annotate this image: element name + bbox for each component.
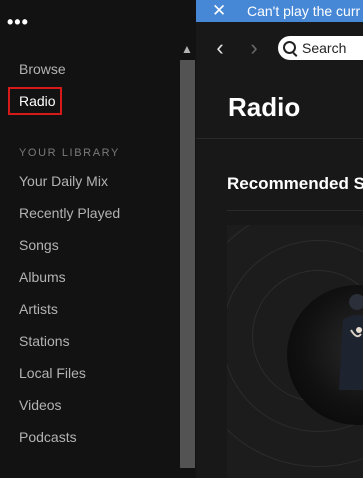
sidebar-item-videos[interactable]: Videos <box>19 395 62 415</box>
banner-message: Can't play the curr <box>247 3 361 19</box>
scrollbar-thumb[interactable] <box>180 60 195 468</box>
sidebar-item-stations[interactable]: Stations <box>19 331 70 351</box>
sidebar-item-local-files[interactable]: Local Files <box>19 363 86 383</box>
artist-silhouette <box>339 294 363 390</box>
sidebar-item-recently-played[interactable]: Recently Played <box>19 203 120 223</box>
forward-arrow-icon[interactable]: › <box>244 36 264 60</box>
sidebar-item-albums[interactable]: Albums <box>19 267 66 287</box>
page-title: Radio <box>228 92 301 122</box>
scroll-up-icon[interactable]: ▲ <box>178 40 196 58</box>
section-title: Recommended S <box>227 174 363 193</box>
sidebar-item-browse[interactable]: Browse <box>19 59 66 79</box>
search-icon <box>283 41 296 54</box>
more-options-icon[interactable]: ••• <box>7 12 35 32</box>
library-header: YOUR LIBRARY <box>19 147 120 159</box>
error-banner: ✕ Can't play the curr <box>196 0 363 22</box>
back-arrow-icon[interactable]: ‹ <box>210 36 230 60</box>
sidebar-item-podcasts[interactable]: Podcasts <box>19 427 77 447</box>
search-label: Search <box>302 40 347 56</box>
close-icon[interactable]: ✕ <box>212 0 232 22</box>
sidebar-item-songs[interactable]: Songs <box>19 235 59 255</box>
divider <box>196 138 363 139</box>
divider <box>227 210 363 211</box>
sidebar-item-radio[interactable]: Radio <box>19 91 56 111</box>
search-input[interactable]: Search <box>278 36 363 60</box>
sidebar: ••• Browse Radio YOUR LIBRARY Your Daily… <box>0 0 196 478</box>
top-bar: ‹ › Search <box>196 22 363 74</box>
sidebar-scrollbar[interactable] <box>179 58 196 478</box>
station-card[interactable] <box>227 225 363 478</box>
sidebar-item-artists[interactable]: Artists <box>19 299 58 319</box>
sidebar-item-daily-mix[interactable]: Your Daily Mix <box>19 171 108 191</box>
main-content: ✕ Can't play the curr ‹ › Search Radio R… <box>196 0 363 478</box>
